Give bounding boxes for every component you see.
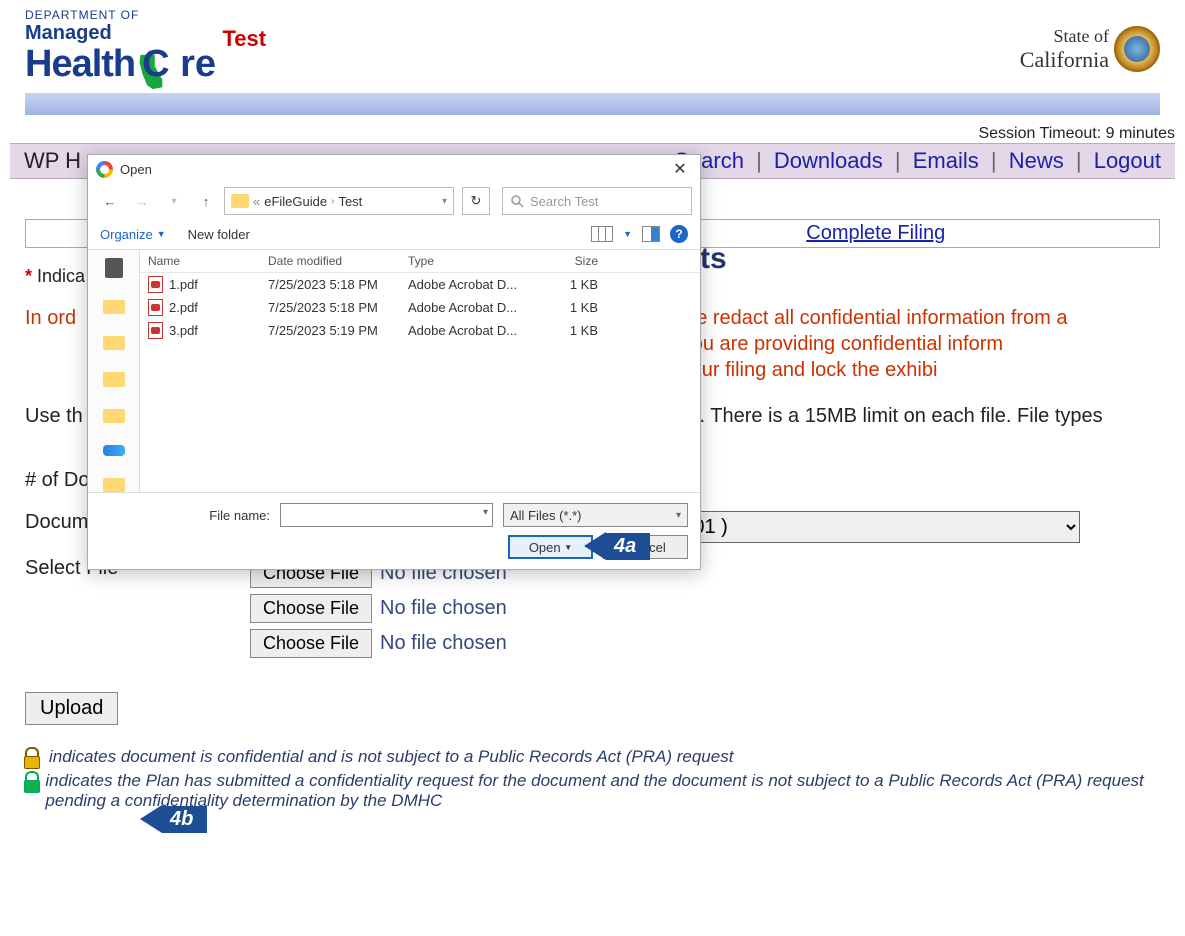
address-bar[interactable]: « eFileGuide › Test ▾ [224,187,454,215]
dialog-search-input[interactable]: Search Test [502,187,692,215]
pdf-icon [148,322,163,339]
lock-green-icon [25,771,35,791]
nav-back-button[interactable]: ← [96,187,124,215]
no-file-text-2: No file chosen [380,597,507,620]
file-list-header[interactable]: Name Date modified Type Size [140,250,700,273]
legend: indicates document is confidential and i… [25,747,1160,811]
folder-icon [103,300,125,314]
pdf-icon [148,299,163,316]
tab-complete-filing[interactable]: Complete Filing [806,222,945,244]
view-details-icon[interactable] [591,226,613,242]
header: DEPARTMENT OF Managed Test HealthC re St… [0,0,1185,91]
new-folder-button[interactable]: New folder [188,227,250,242]
file-name-label: File name: [100,508,270,523]
logo-care: C re [142,43,216,85]
file-row[interactable]: 2.pdf7/25/2023 5:18 PMAdobe Acrobat D...… [140,296,700,319]
session-timeout: Session Timeout: 9 minutes [0,115,1185,143]
logo-test-badge: Test [222,26,266,52]
nav-logout[interactable]: Logout [1094,148,1161,173]
dialog-close-button[interactable]: ✕ [668,159,692,179]
pdf-icon [148,276,163,293]
callout-4b: 4b [140,805,207,833]
folder-icon [103,478,125,492]
dialog-open-button[interactable]: Open ▼ [508,535,593,559]
view-dropdown-icon[interactable]: ▼ [623,229,632,239]
dialog-title: Open [120,162,152,177]
folder-icon [103,409,125,423]
folder-icon [103,372,125,386]
legend-line-1: indicates document is confidential and i… [49,747,733,767]
header-divider [25,93,1160,115]
legend-line-2: indicates the Plan has submitted a confi… [45,771,1160,811]
file-row[interactable]: 1.pdf7/25/2023 5:18 PMAdobe Acrobat D...… [140,273,700,296]
file-list: Name Date modified Type Size 1.pdf7/25/2… [140,250,700,492]
nav-news[interactable]: News [1009,148,1064,173]
lock-yellow-icon [25,747,39,767]
choose-file-button-3[interactable]: Choose File [250,629,372,658]
nav-forward-button[interactable]: → [128,187,156,215]
folder-icon [103,336,125,350]
file-name-input[interactable]: ▾ [280,503,493,527]
nav-sep: | [756,148,762,173]
logo-health: Health [25,43,135,85]
callout-4a: 4a [584,532,650,560]
organize-menu[interactable]: Organize ▼ [100,227,166,242]
state-text: State of California [1020,26,1109,73]
chrome-icon [96,161,113,178]
dmhc-logo: DEPARTMENT OF Managed Test HealthC re [25,8,216,91]
file-input-2: Choose File No file chosen [250,592,507,625]
nav-left-truncated: WP H [24,148,81,174]
no-file-text-3: No file chosen [380,632,507,655]
drive-icon [105,258,123,278]
file-row[interactable]: 3.pdf7/25/2023 5:19 PMAdobe Acrobat D...… [140,319,700,342]
folder-icon [231,194,249,208]
choose-file-button-2[interactable]: Choose File [250,594,372,623]
cloud-icon [103,445,125,456]
preview-pane-icon[interactable] [642,226,660,242]
state-seal-icon [1114,26,1160,72]
nav-recent-button[interactable]: ▾ [160,187,188,215]
nav-downloads[interactable]: Downloads [774,148,883,173]
nav-up-button[interactable]: ↑ [192,187,220,215]
file-type-select[interactable]: All Files (*.*)▾ [503,503,688,527]
state-block: State of California [1020,26,1160,73]
folder-tree[interactable] [88,250,140,492]
refresh-button[interactable]: ↻ [462,187,490,215]
search-icon [511,195,524,208]
file-input-3: Choose File No file chosen [250,627,507,660]
logo-managed: Managed [25,22,112,45]
logo-dept-line: DEPARTMENT OF [25,8,216,22]
upload-button[interactable]: Upload [25,692,118,725]
help-icon[interactable]: ? [670,225,688,243]
file-open-dialog: Open ✕ ← → ▾ ↑ « eFileGuide › Test ▾ ↻ S… [87,154,701,570]
nav-emails[interactable]: Emails [913,148,979,173]
